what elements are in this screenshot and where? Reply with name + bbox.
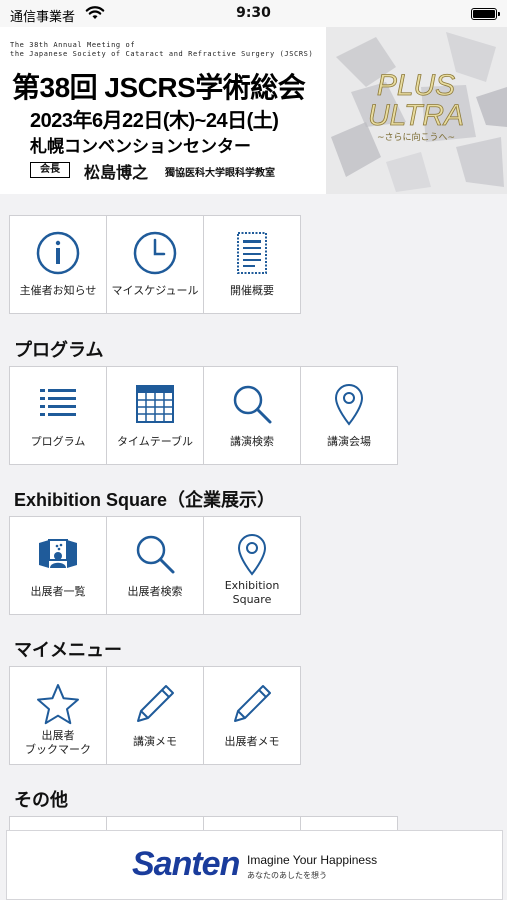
- tile-timetable[interactable]: タイムテーブル: [106, 366, 204, 465]
- tile-other-2[interactable]: [106, 816, 204, 830]
- svg-text:PLUS: PLUS: [377, 69, 455, 102]
- tile-exhibitor-list[interactable]: 出展者一覧: [9, 516, 107, 615]
- calendar-icon: [136, 385, 174, 423]
- tile-other-1[interactable]: [9, 816, 107, 830]
- tile-exhibitor-search[interactable]: 出展者検索: [106, 516, 204, 615]
- tile-label: 出展者 ブックマーク: [25, 729, 91, 756]
- tile-label: 講演会場: [327, 435, 371, 448]
- search-icon: [136, 535, 175, 574]
- sponsor-tagline-jp: あなたのあしたを想う: [247, 871, 327, 880]
- star-icon: [37, 684, 79, 725]
- info-icon: [36, 231, 80, 275]
- tile-other-3[interactable]: [203, 816, 301, 830]
- section-title-program: プログラム: [14, 340, 104, 360]
- clock-time: 9:30: [236, 5, 271, 21]
- tile-program[interactable]: プログラム: [9, 366, 107, 465]
- location-pin-icon: [334, 384, 364, 426]
- tile-other-4[interactable]: [300, 816, 398, 830]
- section-title-exhibition: Exhibition Square（企業展示）: [14, 490, 276, 510]
- tile-my-schedule[interactable]: マイスケジュール: [106, 215, 204, 314]
- program-grid: プログラム タイムテーブル 講演検索 講演会場: [9, 366, 398, 465]
- section-title-other: その他: [14, 790, 68, 810]
- tile-label: タイムテーブル: [116, 435, 194, 448]
- svg-text:ULTRA: ULTRA: [368, 99, 464, 132]
- banner-role-badge: 会長: [30, 162, 70, 178]
- location-pin-icon: [237, 534, 267, 576]
- pencil-icon: [234, 685, 271, 722]
- tile-event-overview[interactable]: 開催概要: [203, 215, 301, 314]
- tile-label: プログラム: [30, 435, 86, 448]
- banner-english-title: The 38th Annual Meeting of the Japanese …: [10, 41, 313, 59]
- banner-title: 第38回 JSCRS学術総会: [12, 72, 306, 103]
- menu-content[interactable]: 主催者お知らせ マイスケジュール 開催概要 プログラム プログラム タイムテーブ…: [0, 194, 507, 830]
- tile-exhibitor-bookmark[interactable]: 出展者 ブックマーク: [9, 666, 107, 765]
- sponsor-tagline: Imagine Your Happiness: [247, 853, 378, 867]
- tile-lecture-venue[interactable]: 講演会場: [300, 366, 398, 465]
- santen-logo: Santen: [132, 845, 240, 883]
- conference-banner[interactable]: The 38th Annual Meeting of the Japanese …: [0, 27, 507, 194]
- section-title-mymenu: マイメニュー: [14, 640, 122, 660]
- main-menu-grid: 主催者お知らせ マイスケジュール 開催概要: [9, 215, 301, 314]
- banner-venue: 札幌コンベンションセンター: [30, 137, 251, 156]
- tile-label: 出展者一覧: [30, 585, 86, 598]
- list-icon: [40, 389, 76, 416]
- tile-label: 出展者検索: [127, 585, 183, 598]
- battery-icon: [471, 8, 500, 20]
- tile-label: マイスケジュール: [111, 284, 199, 297]
- tile-label: 出展者メモ: [224, 735, 280, 748]
- banner-president: 松島博之: [84, 165, 149, 182]
- svg-text:~さらに向こうへ~: ~さらに向こうへ~: [377, 131, 455, 143]
- tile-lecture-memo[interactable]: 講演メモ: [106, 666, 204, 765]
- tile-exhibitor-memo[interactable]: 出展者メモ: [203, 666, 301, 765]
- tile-label: 主催者お知らせ: [19, 284, 97, 297]
- clock-icon: [133, 231, 177, 275]
- tile-label: 講演メモ: [133, 735, 177, 748]
- other-grid: [9, 816, 398, 830]
- tile-label: Exhibition Square: [224, 579, 280, 606]
- pencil-icon: [137, 685, 174, 722]
- banner-english-line2: the Japanese Society of Cataract and Ref…: [10, 50, 314, 58]
- mymenu-grid: 出展者 ブックマーク 講演メモ 出展者メモ: [9, 666, 301, 765]
- banner-affiliation: 獨協医科大学眼科学教室: [165, 168, 275, 179]
- tile-lecture-search[interactable]: 講演検索: [203, 366, 301, 465]
- tile-label: 講演検索: [230, 435, 274, 448]
- banner-artwork: PLUS ULTRA ~さらに向こうへ~: [326, 27, 507, 194]
- banner-date: 2023年6月22日(木)~24日(土): [30, 110, 279, 132]
- status-bar: 通信事業者 9:30: [0, 0, 507, 27]
- sponsor-banner[interactable]: Santen Imagine Your Happiness あなたのあしたを想う: [6, 830, 503, 900]
- exhibitor-icon: [39, 539, 77, 568]
- banner-english-line1: The 38th Annual Meeting of: [10, 41, 136, 49]
- tile-label: 開催概要: [230, 284, 274, 297]
- tile-organizer-notices[interactable]: 主催者お知らせ: [9, 215, 107, 314]
- document-icon: [237, 232, 267, 274]
- exhibition-grid: 出展者一覧 出展者検索 Exhibition Square: [9, 516, 301, 615]
- search-icon: [233, 385, 272, 424]
- tile-exhibition-square[interactable]: Exhibition Square: [203, 516, 301, 615]
